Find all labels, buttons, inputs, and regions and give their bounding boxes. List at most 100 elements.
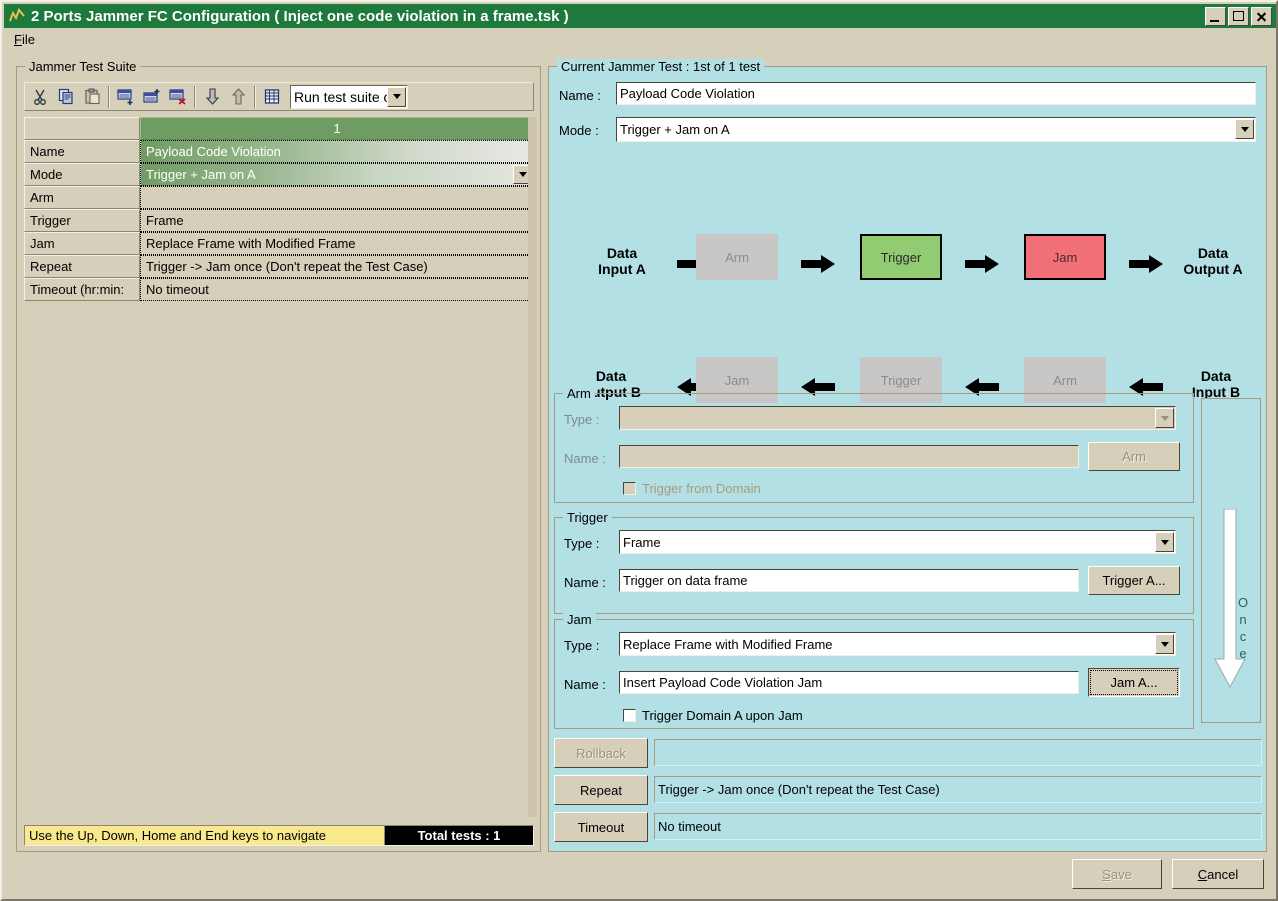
diagram-box-trigger-a-label: Trigger (880, 249, 922, 265)
delete-test-icon[interactable] (166, 84, 190, 109)
arm-name-input[interactable] (619, 445, 1079, 468)
paste-icon[interactable] (80, 84, 104, 109)
trigger-type-label: Type : (564, 536, 600, 551)
grid-header-row: 1 (24, 117, 534, 140)
trigger-group: Trigger Type : Frame Name : Trigger on d… (554, 510, 1194, 614)
jam-group-title: Jam (563, 612, 596, 627)
move-down-icon[interactable] (200, 84, 224, 109)
jam-type-label: Type : (564, 638, 600, 653)
grid-cell-arm[interactable] (140, 186, 534, 209)
arm-type-combo[interactable] (619, 406, 1176, 430)
data-output-a-line1: Data (1197, 245, 1229, 261)
grid-corner-cell (24, 117, 140, 140)
total-tests-label: Total tests : 1 (385, 826, 533, 845)
grid-row-label-arm: Arm (24, 186, 140, 209)
repeat-button[interactable]: Repeat (554, 775, 648, 805)
grid-cell-trigger[interactable]: Frame (140, 209, 534, 232)
jammer-test-suite-title: Jammer Test Suite (25, 59, 141, 74)
jam-trigger-domain-checkbox[interactable] (623, 709, 636, 722)
chevron-down-icon[interactable] (1155, 532, 1174, 552)
arm-group: Arm Type : Name : Arm Trigger from Domai… (554, 386, 1194, 503)
data-input-a-line1: Data (606, 245, 638, 261)
trigger-type-combo-value: Frame (623, 534, 661, 550)
grid-row-label-name: Name (24, 140, 140, 163)
insert-test-icon[interactable] (114, 84, 138, 109)
cut-icon[interactable] (28, 84, 52, 109)
diagram-box-arm-a-label: Arm (725, 249, 749, 265)
table-row[interactable]: Mode Trigger + Jam on A (24, 163, 534, 186)
test-name-input[interactable]: Payload Code Violation (616, 82, 1256, 105)
grid-row-label-trigger: Trigger (24, 209, 140, 232)
arm-trigger-from-domain-label: Trigger from Domain (642, 481, 761, 496)
cancel-label-rest: ancel (1207, 866, 1239, 882)
table-row[interactable]: Name Payload Code Violation (24, 140, 534, 163)
diagram-box-jam-a[interactable]: Jam (1024, 234, 1106, 280)
copy-icon[interactable] (54, 84, 78, 109)
table-row[interactable]: Repeat Trigger -> Jam once (Don't repeat… (24, 255, 534, 278)
name-label: Name : (559, 88, 601, 103)
save-button[interactable]: Save (1072, 859, 1162, 889)
arm-button[interactable]: Arm (1088, 442, 1180, 471)
data-input-b-line1: Data (1200, 368, 1232, 384)
arm-trigger-from-domain-checkbox[interactable] (623, 482, 636, 495)
trigger-type-combo[interactable]: Frame (619, 530, 1176, 554)
maximize-button[interactable] (1228, 6, 1249, 26)
diagram-box-arm-a[interactable]: Arm (696, 234, 778, 280)
grid-cell-jam[interactable]: Replace Frame with Modified Frame (140, 232, 534, 255)
grid-cell-timeout[interactable]: No timeout (140, 278, 534, 301)
diagram-box-arm-b-label: Arm (1053, 372, 1077, 388)
chevron-down-icon[interactable] (387, 86, 406, 107)
rollback-button[interactable]: Rollback (554, 738, 648, 768)
menu-item-file-rest: ile (21, 32, 35, 47)
chevron-down-icon[interactable] (1155, 634, 1174, 654)
trigger-group-title: Trigger (563, 510, 612, 525)
chevron-down-icon[interactable] (1155, 408, 1174, 428)
grid-cell-repeat[interactable]: Trigger -> Jam once (Don't repeat the Te… (140, 255, 534, 278)
repeat-once-panel: Once (1201, 398, 1261, 723)
jam-trigger-domain-row[interactable]: Trigger Domain A upon Jam (623, 708, 803, 723)
grid-view-icon[interactable] (260, 84, 284, 109)
jam-name-label: Name : (564, 677, 606, 692)
menu-bar: File (4, 29, 1276, 50)
current-jammer-test-title: Current Jammer Test : 1st of 1 test (557, 59, 765, 74)
table-row[interactable]: Trigger Frame (24, 209, 534, 232)
timeout-button[interactable]: Timeout (554, 812, 648, 842)
table-row[interactable]: Arm (24, 186, 534, 209)
save-accel: S (1102, 866, 1111, 882)
jam-type-combo[interactable]: Replace Frame with Modified Frame (619, 632, 1176, 656)
grid-cell-name[interactable]: Payload Code Violation (140, 140, 534, 163)
test-suite-grid[interactable]: 1 Name Payload Code Violation Mode Trigg… (24, 117, 534, 356)
grid-vertical-scrollbar[interactable] (528, 117, 537, 817)
table-row[interactable]: Timeout (hr:min: No timeout (24, 278, 534, 301)
move-up-icon[interactable] (226, 84, 250, 109)
arrow-right-icon (1129, 255, 1163, 278)
current-jammer-test-panel: Current Jammer Test : 1st of 1 test Name… (548, 59, 1267, 852)
grid-cell-mode[interactable]: Trigger + Jam on A (140, 163, 534, 186)
cancel-button[interactable]: Cancel (1172, 859, 1264, 889)
repeat-value: Trigger -> Jam once (Don't repeat the Te… (654, 776, 1262, 803)
table-row[interactable]: Jam Replace Frame with Modified Frame (24, 232, 534, 255)
jam-name-input[interactable]: Insert Payload Code Violation Jam (619, 671, 1079, 694)
diagram-label-data-output-a: Data Output A (1163, 245, 1263, 277)
trigger-name-input[interactable]: Trigger on data frame (619, 569, 1079, 592)
add-test-icon[interactable] (140, 84, 164, 109)
trigger-advanced-button[interactable]: Trigger A... (1088, 566, 1180, 595)
jam-group: Jam Type : Replace Frame with Modified F… (554, 612, 1194, 729)
minimize-button[interactable] (1205, 6, 1226, 26)
chevron-down-icon[interactable] (1235, 119, 1254, 139)
menu-item-file[interactable]: File (4, 30, 43, 49)
jam-advanced-button[interactable]: Jam A... (1088, 668, 1180, 697)
jammer-test-suite-panel: Jammer Test Suite Run test suite o 1 Nam… (16, 59, 541, 852)
toolbar-separator (194, 85, 196, 108)
data-input-a-line2: Input A (598, 261, 646, 277)
grid-column-header-1[interactable]: 1 (140, 117, 534, 140)
once-label: Once (1237, 595, 1249, 661)
grid-cell-mode-text: Trigger + Jam on A (146, 167, 256, 182)
arm-group-title: Arm (563, 386, 595, 401)
test-mode-combo[interactable]: Trigger + Jam on A (616, 117, 1256, 142)
arm-trigger-from-domain-row[interactable]: Trigger from Domain (623, 481, 761, 496)
run-mode-combo[interactable]: Run test suite o (290, 84, 408, 109)
left-status-bar: Use the Up, Down, Home and End keys to n… (24, 825, 534, 846)
close-button[interactable] (1251, 6, 1272, 26)
diagram-box-trigger-a[interactable]: Trigger (860, 234, 942, 280)
